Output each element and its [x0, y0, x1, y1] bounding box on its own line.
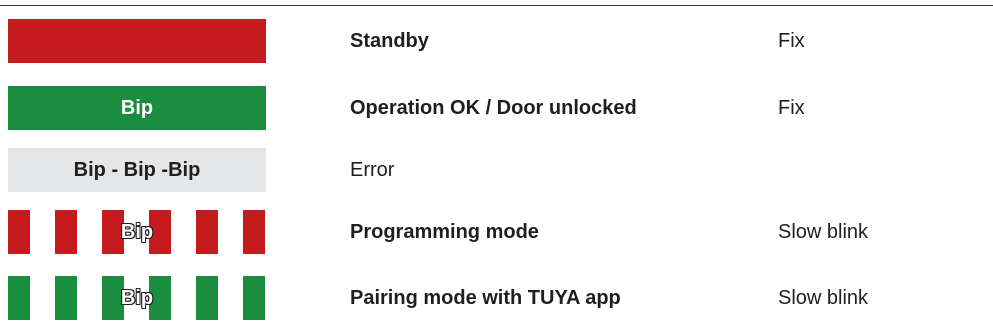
mode-label: Slow blink: [778, 286, 869, 309]
status-label: Error: [350, 158, 395, 181]
green-solid-indicator: Bip: [8, 86, 266, 130]
status-label: Programming mode: [350, 220, 539, 243]
sound-label: Bip - Bip -Bip: [73, 158, 201, 181]
row-pairing-mode: Bip Pairing mode with TUYA app Slow blin…: [0, 276, 993, 320]
row-error: Bip - Bip -Bip Error: [0, 148, 993, 192]
mode-label: Fix: [778, 96, 805, 119]
green-blink-indicator: Bip: [8, 276, 266, 320]
sound-label: Bip: [120, 286, 154, 309]
row-programming-mode: Bip Programming mode Slow blink: [0, 210, 993, 254]
mode-label: Fix: [778, 29, 805, 52]
row-standby: Standby Fix: [0, 19, 993, 63]
red-blink-indicator: Bip: [8, 210, 266, 254]
red-solid-indicator: [8, 19, 266, 63]
row-operation-ok: Bip Operation OK / Door unlocked Fix: [0, 86, 993, 130]
sound-label: Bip: [120, 96, 154, 119]
status-label: Standby: [350, 29, 429, 52]
sound-label: Bip: [120, 220, 154, 243]
status-label: Pairing mode with TUYA app: [350, 286, 621, 309]
mode-label: Slow blink: [778, 220, 869, 243]
status-label: Operation OK / Door unlocked: [350, 96, 637, 119]
grey-solid-indicator: Bip - Bip -Bip: [8, 148, 266, 192]
top-divider: [0, 5, 993, 6]
